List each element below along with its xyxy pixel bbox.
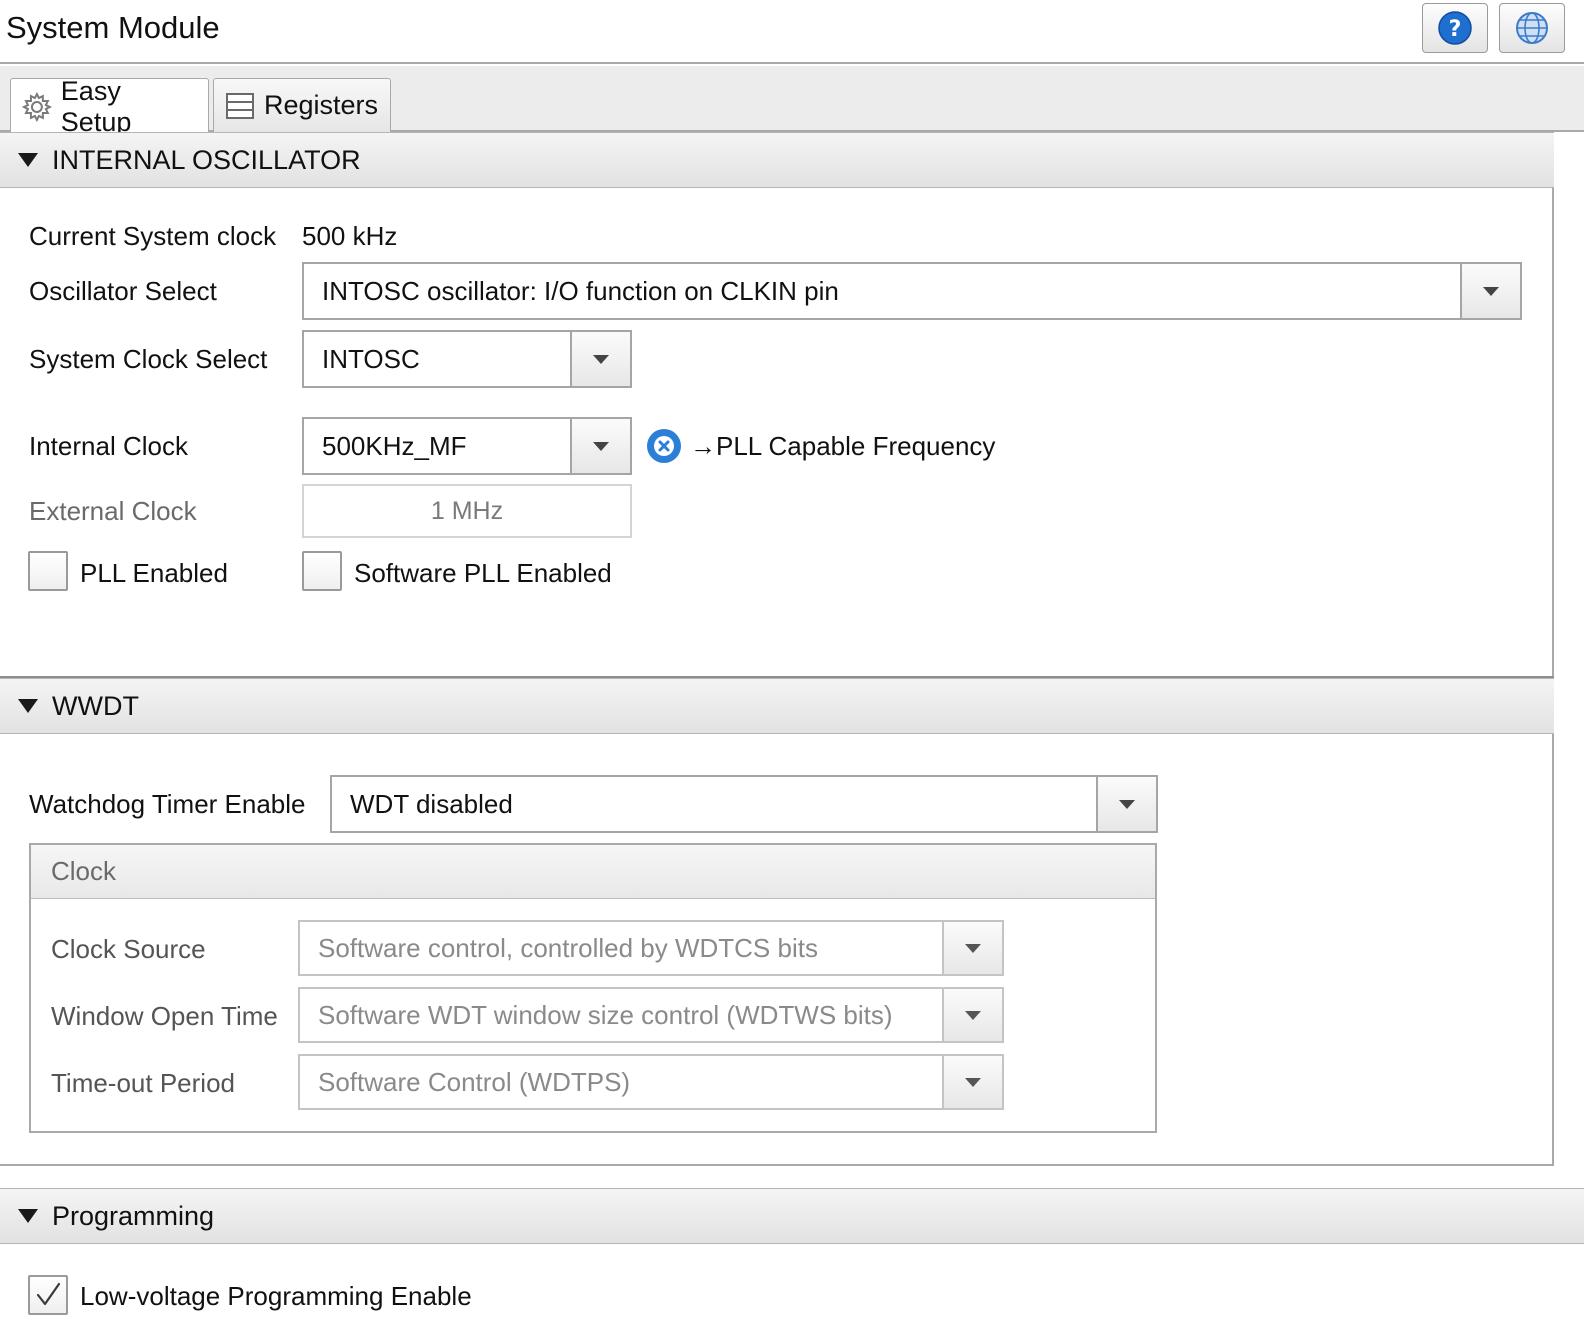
window-open-combo[interactable]: Software WDT window size control (WDTWS …: [298, 987, 1004, 1043]
lvp-label: Low-voltage Programming Enable: [80, 1281, 472, 1311]
dropdown-button[interactable]: [1460, 264, 1520, 318]
timeout-label: Time-out Period: [51, 1068, 235, 1098]
oscillator-select-combo[interactable]: INTOSC oscillator: I/O function on CLKIN…: [302, 262, 1522, 320]
internal-clock-value: 500KHz_MF: [322, 430, 467, 461]
checkmark-icon: [36, 1282, 61, 1306]
chevron-down-icon: [593, 441, 609, 451]
software-pll-checkbox[interactable]: [302, 551, 342, 591]
watchdog-enable-combo[interactable]: WDT disabled: [330, 775, 1158, 833]
globe-button[interactable]: [1499, 3, 1565, 53]
dropdown-button[interactable]: [942, 922, 1002, 974]
timeout-combo[interactable]: Software Control (WDTPS): [298, 1054, 1004, 1110]
chevron-down-icon: [1119, 799, 1135, 809]
question-mark-icon: ?: [1438, 11, 1472, 45]
system-clock-select-value: INTOSC: [322, 343, 420, 374]
globe-icon: [1516, 12, 1548, 44]
system-clock-select-label: System Clock Select: [29, 344, 268, 374]
external-clock-field: 1 MHz: [302, 484, 632, 538]
dropdown-button[interactable]: [942, 989, 1002, 1041]
chevron-down-icon: [593, 354, 609, 364]
collapse-triangle-icon: [18, 153, 38, 167]
software-pll-label: Software PLL Enabled: [354, 558, 612, 588]
dropdown-button[interactable]: [1096, 777, 1156, 831]
title-bar: [0, 0, 1584, 64]
section-title: WWDT: [52, 690, 139, 721]
clock-source-value: Software control, controlled by WDTCS bi…: [318, 932, 818, 963]
tab-registers-label: Registers: [264, 90, 379, 120]
dropdown-button[interactable]: [942, 1056, 1002, 1108]
help-button[interactable]: ?: [1422, 3, 1488, 53]
oscillator-select-value: INTOSC oscillator: I/O function on CLKIN…: [322, 275, 839, 306]
external-clock-label: External Clock: [29, 496, 197, 526]
watchdog-enable-value: WDT disabled: [350, 788, 513, 819]
system-clock-select-combo[interactable]: INTOSC: [302, 330, 632, 388]
chevron-down-icon: [965, 1077, 981, 1087]
gear-icon: [21, 91, 53, 122]
internal-oscillator-header[interactable]: INTERNAL OSCILLATOR: [0, 132, 1554, 188]
error-status-icon: [647, 429, 681, 463]
clock-source-label: Clock Source: [51, 934, 206, 964]
window-open-value: Software WDT window size control (WDTWS …: [318, 999, 893, 1030]
pll-enabled-label: PLL Enabled: [80, 558, 228, 588]
collapse-triangle-icon: [18, 1209, 38, 1223]
current-clock-label: Current System clock: [29, 221, 277, 251]
current-clock-value: 500 kHz: [302, 221, 398, 251]
chevron-down-icon: [1483, 286, 1499, 296]
programming-header[interactable]: Programming: [0, 1188, 1584, 1244]
watchdog-enable-label: Watchdog Timer Enable: [29, 789, 306, 819]
dropdown-button[interactable]: [570, 419, 630, 473]
pll-enabled-checkbox[interactable]: [28, 551, 68, 591]
pll-capable-text: →PLL Capable Frequency: [690, 431, 996, 461]
timeout-value: Software Control (WDTPS): [318, 1066, 631, 1097]
internal-oscillator-panel: [0, 132, 1554, 676]
window-title: System Module: [6, 10, 220, 45]
window-open-label: Window Open Time: [51, 1001, 278, 1031]
oscillator-select-label: Oscillator Select: [29, 276, 217, 306]
chevron-down-icon: [965, 943, 981, 953]
tab-easy-setup-label: Easy Setup: [60, 75, 132, 137]
tab-easy-setup[interactable]: Easy Setup: [10, 76, 209, 137]
internal-clock-label: Internal Clock: [29, 431, 188, 461]
section-title: Programming: [52, 1200, 215, 1231]
lvp-checkbox[interactable]: [28, 1275, 68, 1315]
registers-icon: [226, 92, 254, 119]
tab-registers[interactable]: Registers: [213, 78, 391, 132]
clock-group-header: Clock: [31, 845, 1155, 899]
wwdt-header[interactable]: WWDT: [0, 678, 1554, 734]
section-title: INTERNAL OSCILLATOR: [52, 144, 361, 175]
internal-clock-combo[interactable]: 500KHz_MF: [302, 417, 632, 475]
dropdown-button[interactable]: [570, 332, 630, 386]
svg-text:?: ?: [1449, 17, 1462, 42]
clock-source-combo[interactable]: Software control, controlled by WDTCS bi…: [298, 920, 1004, 976]
collapse-triangle-icon: [18, 699, 38, 713]
chevron-down-icon: [965, 1010, 981, 1020]
